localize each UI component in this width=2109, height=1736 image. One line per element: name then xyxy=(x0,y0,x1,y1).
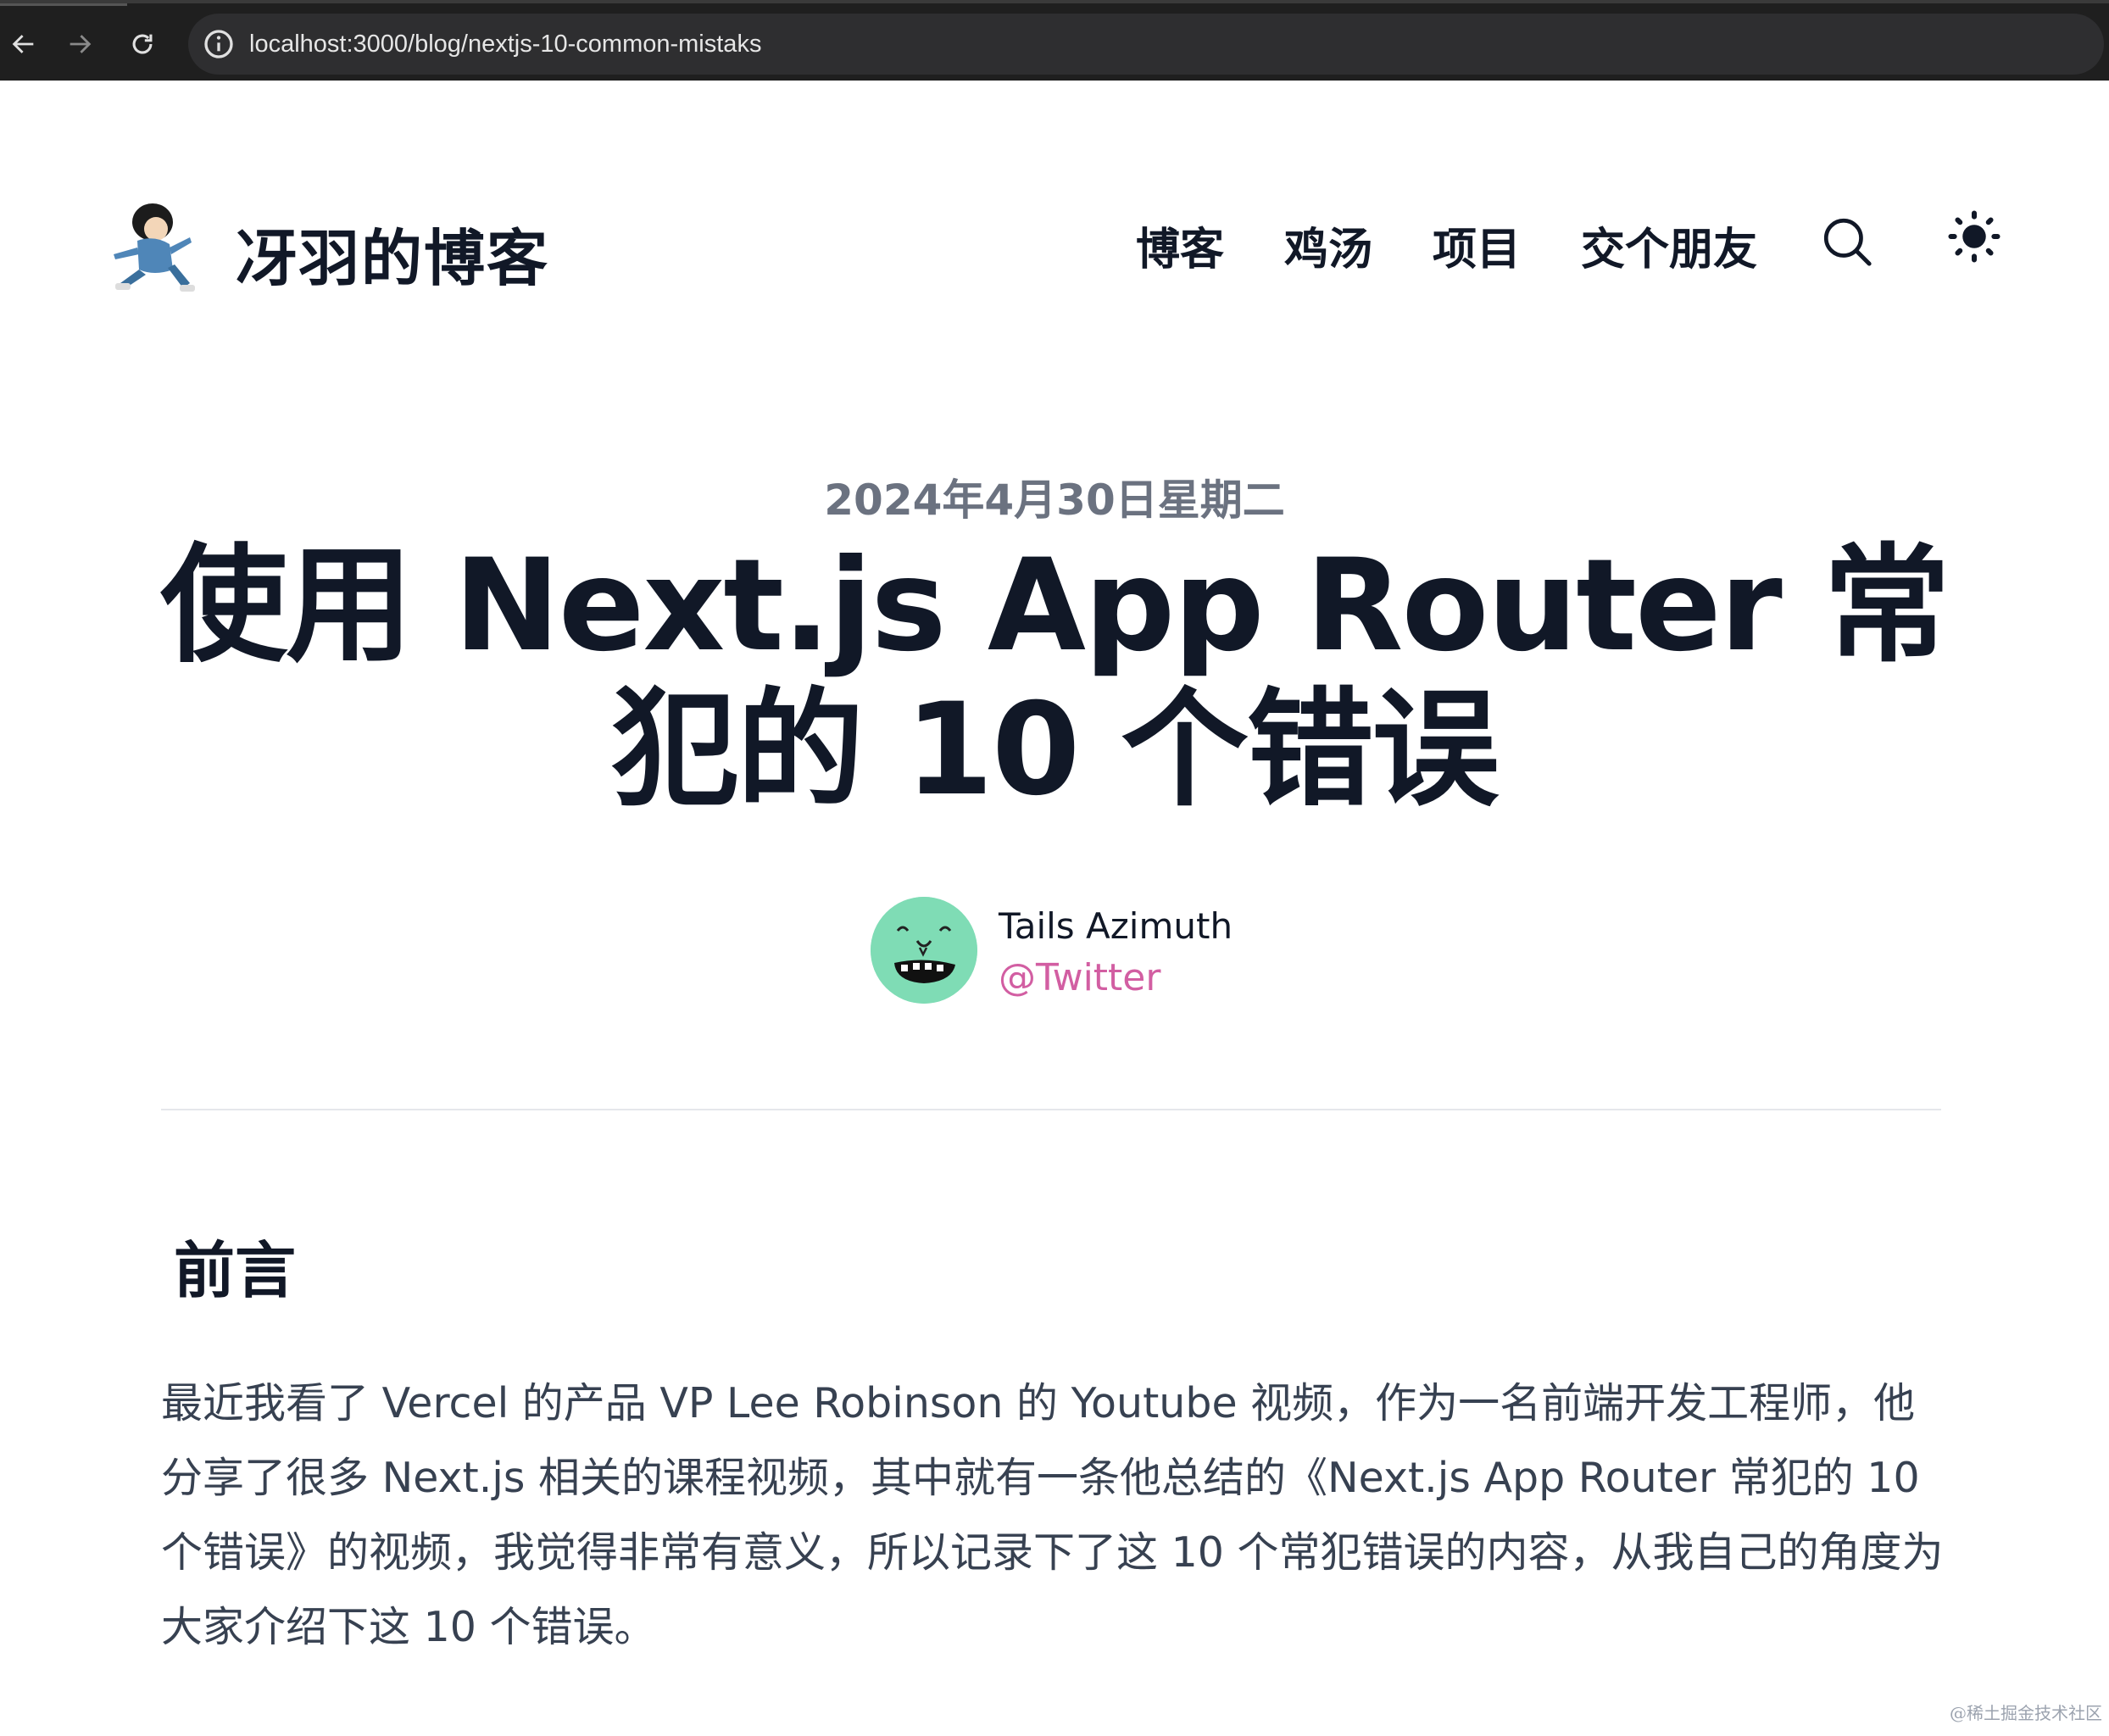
site-logo-image[interactable] xyxy=(95,188,205,297)
back-button[interactable] xyxy=(0,20,47,68)
address-bar[interactable]: localhost:3000/blog/nextjs-10-common-mis… xyxy=(188,14,2104,75)
section-heading: 前言 xyxy=(174,1235,297,1306)
header-divider xyxy=(161,1109,1941,1110)
post-date: 2024年4月30日星期二 xyxy=(824,476,1285,525)
search-button[interactable] xyxy=(1814,209,1880,275)
watermark: @稀土掘金技术社区 xyxy=(1950,1703,2102,1723)
site-info-icon[interactable] xyxy=(202,27,236,61)
intro-paragraph: 最近我看了 Vercel 的产品 VP Lee Robinson 的 Youtu… xyxy=(161,1379,1944,1651)
monster-avatar-image xyxy=(871,897,977,1004)
arrow-right-icon xyxy=(70,35,92,53)
url-text[interactable]: localhost:3000/blog/nextjs-10-common-mis… xyxy=(249,14,761,75)
author-name: Tails Azimuth xyxy=(999,905,1233,947)
tab-strip xyxy=(0,3,127,6)
reload-icon xyxy=(132,34,153,54)
forward-button[interactable] xyxy=(56,20,103,68)
reload-button[interactable] xyxy=(119,20,166,68)
arrow-left-icon xyxy=(12,35,34,53)
theme-toggle-button[interactable] xyxy=(1941,203,2007,270)
browser-toolbar: localhost:3000/blog/nextjs-10-common-mis… xyxy=(0,0,2109,81)
post-title: 使用 Next.js App Router 常犯的 10 个错误 xyxy=(160,532,1950,824)
search-icon xyxy=(1823,218,1872,266)
nav-projects[interactable]: 项目 xyxy=(1433,214,1521,277)
author-twitter-link[interactable]: @Twitter xyxy=(999,956,1160,999)
author-avatar xyxy=(871,897,977,1004)
sun-icon xyxy=(1948,210,2000,263)
site-title[interactable]: 冴羽的博客 xyxy=(236,209,549,298)
nav-friends[interactable]: 交个朋友 xyxy=(1581,214,1757,277)
nav-blog[interactable]: 博客 xyxy=(1136,214,1224,277)
nav-soup[interactable]: 鸡汤 xyxy=(1284,214,1372,277)
